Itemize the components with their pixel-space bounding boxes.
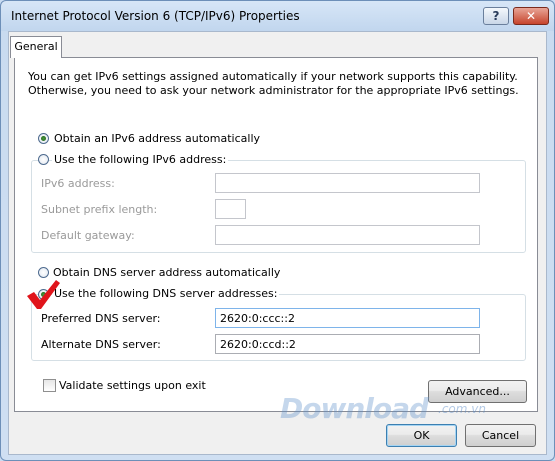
- red-checkmark-icon: [27, 280, 60, 309]
- download-watermark-suffix: .com.vn: [438, 402, 486, 416]
- cancel-button[interactable]: Cancel: [465, 424, 536, 447]
- default-gateway-field[interactable]: [215, 225, 480, 245]
- obtain-dns-auto-label[interactable]: Obtain DNS server address automatically: [53, 266, 280, 279]
- close-button[interactable]: ✕: [513, 7, 549, 25]
- obtain-ipv6-auto-radio[interactable]: [38, 133, 49, 144]
- intro-text: You can get IPv6 settings assigned autom…: [28, 70, 519, 97]
- ipv6-address-field[interactable]: [215, 173, 480, 193]
- tab-general[interactable]: General: [10, 36, 62, 58]
- preferred-dns-label: Preferred DNS server:: [41, 312, 161, 325]
- use-following-ipv6-label[interactable]: Use the following IPv6 address:: [52, 153, 229, 166]
- use-following-dns-label[interactable]: Use the following DNS server addresses:: [52, 287, 280, 300]
- use-following-ipv6-radio[interactable]: [38, 154, 49, 165]
- help-button[interactable]: ?: [483, 7, 509, 25]
- validate-settings-label[interactable]: Validate settings upon exit: [59, 379, 206, 392]
- alternate-dns-field[interactable]: [215, 334, 480, 354]
- window-title: Internet Protocol Version 6 (TCP/IPv6) P…: [11, 9, 300, 23]
- obtain-dns-auto-radio[interactable]: [38, 267, 49, 278]
- ipv6-address-label: IPv6 address:: [41, 177, 115, 190]
- title-bar[interactable]: Internet Protocol Version 6 (TCP/IPv6) P…: [1, 1, 554, 31]
- advanced-button[interactable]: Advanced...: [428, 380, 527, 403]
- subnet-prefix-field[interactable]: [215, 199, 246, 219]
- obtain-ipv6-auto-label[interactable]: Obtain an IPv6 address automatically: [54, 132, 260, 145]
- download-watermark-logo: Download: [280, 392, 429, 425]
- alternate-dns-label: Alternate DNS server:: [41, 338, 161, 351]
- preferred-dns-field[interactable]: [215, 308, 480, 328]
- default-gateway-label: Default gateway:: [41, 229, 135, 242]
- validate-settings-checkbox[interactable]: [43, 379, 56, 392]
- ok-button[interactable]: OK: [386, 424, 457, 447]
- subnet-prefix-label: Subnet prefix length:: [41, 203, 158, 216]
